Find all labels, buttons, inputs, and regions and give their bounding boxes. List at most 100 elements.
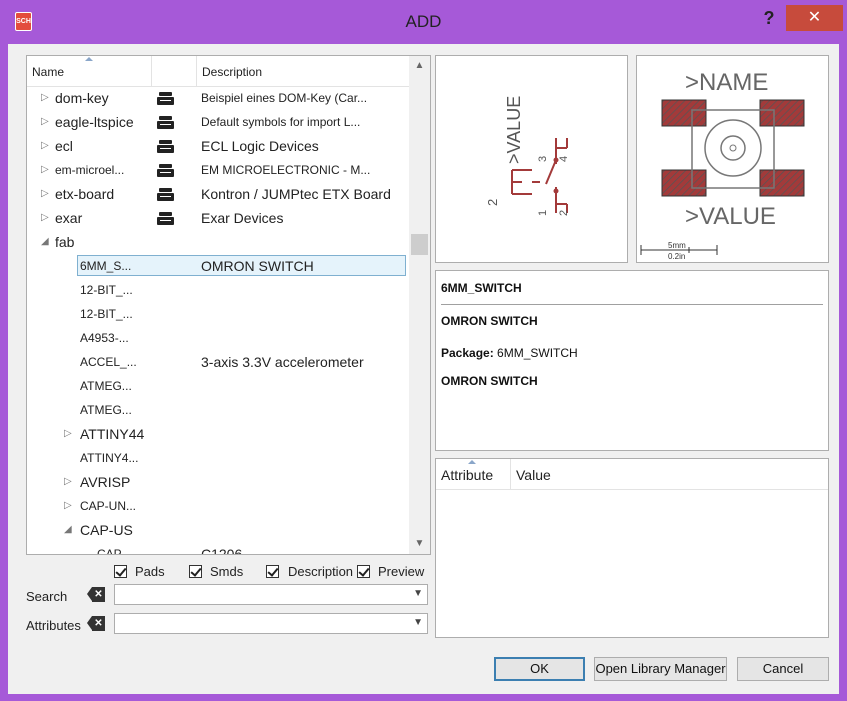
info-description-2: OMRON SWITCH <box>441 374 538 388</box>
tree-row[interactable]: ▷ ATTINY44 <box>27 422 409 446</box>
smds-checkbox-label[interactable]: Smds <box>210 564 243 579</box>
open-library-manager-button[interactable]: Open Library Manager <box>594 657 727 681</box>
tree-row-description: ECL Logic Devices <box>201 138 319 154</box>
column-header-name[interactable]: Name <box>27 56 152 86</box>
tree-row[interactable]: ◢ fab <box>27 230 409 254</box>
scale-top-label: 5mm <box>668 241 686 250</box>
library-icon <box>157 212 174 225</box>
library-tree[interactable]: Name Description ▷ dom-key Beispiel eines … <box>26 55 431 555</box>
pads-checkbox[interactable] <box>114 565 127 578</box>
preview-checkbox[interactable] <box>357 565 370 578</box>
column-header-name-label: Name <box>32 65 65 79</box>
collapsed-arrow-icon[interactable]: ▷ <box>41 158 49 182</box>
tree-row[interactable]: ▷ ecl ECL Logic Devices <box>27 134 409 158</box>
tree-row[interactable]: ATMEG... <box>27 398 409 422</box>
tree-row[interactable]: 6MM_S... OMRON SWITCH <box>27 254 409 278</box>
tree-row-name: em-microel... <box>55 163 125 177</box>
info-description: OMRON SWITCH <box>441 314 538 328</box>
tree-row[interactable]: CAP... C1206 <box>27 542 409 555</box>
package-drawing: >NAME >VALUE 5mm 0.2in <box>640 69 805 261</box>
tree-row[interactable]: ▷ em-microel... EM MICROELECTRONIC - M... <box>27 158 409 182</box>
symbol-value-label: >VALUE <box>504 96 524 164</box>
switch-center-dot <box>729 144 737 152</box>
tree-row[interactable]: 12-BIT_... <box>27 278 409 302</box>
info-title: 6MM_SWITCH <box>441 281 522 295</box>
package-preview: >NAME >VALUE 5mm 0.2in <box>636 55 829 263</box>
tree-row[interactable]: A4953-... <box>27 326 409 350</box>
collapsed-arrow-icon[interactable]: ▷ <box>41 86 49 110</box>
tree-row-description: C1206 <box>201 546 243 555</box>
column-header-description[interactable]: Description <box>197 56 409 86</box>
collapsed-arrow-icon[interactable]: ▷ <box>41 134 49 158</box>
tree-row[interactable]: 12-BIT_... <box>27 302 409 326</box>
preview-checkbox-label[interactable]: Preview <box>378 564 424 579</box>
tree-row[interactable]: ◢ CAP-US <box>27 518 409 542</box>
clear-attributes-icon[interactable] <box>87 616 105 631</box>
library-icon <box>157 164 174 177</box>
chevron-down-icon[interactable]: ▼ <box>413 617 423 628</box>
dialog-client: Name Description ▷ dom-key Beispiel eines … <box>8 44 839 694</box>
package-name-label: >NAME <box>685 69 768 96</box>
scroll-down-icon[interactable]: ▼ <box>409 534 430 554</box>
tree-row-description: EM MICROELECTRONIC - M... <box>201 163 371 177</box>
info-separator <box>441 304 823 305</box>
library-icon <box>157 140 174 153</box>
description-checkbox[interactable] <box>266 565 279 578</box>
attribute-header-divider <box>436 489 828 490</box>
library-icon <box>157 116 174 129</box>
tree-row-name: ATMEG... <box>80 403 132 417</box>
tree-row[interactable]: ▷ eagle-ltspice Default symbols for import… <box>27 110 409 134</box>
pads-checkbox-label[interactable]: Pads <box>135 564 165 579</box>
tree-row[interactable]: ▷ CAP-UN... <box>27 494 409 518</box>
column-header-value[interactable]: Value <box>511 459 821 489</box>
chevron-down-icon[interactable]: ▼ <box>413 588 423 599</box>
close-button[interactable]: ✕ <box>786 5 843 31</box>
expanded-arrow-icon[interactable]: ◢ <box>64 518 72 542</box>
attributes-input[interactable]: ▼ <box>114 613 428 634</box>
help-button[interactable]: ? <box>758 6 780 30</box>
tree-row[interactable]: ▷ etx-board Kontron / JUMPtec ETX Board <box>27 182 409 206</box>
ok-button[interactable]: OK <box>494 657 585 681</box>
collapsed-arrow-icon[interactable]: ▷ <box>41 206 49 230</box>
description-checkbox-label[interactable]: Description <box>288 564 353 579</box>
collapsed-arrow-icon[interactable]: ▷ <box>64 494 72 518</box>
tree-row[interactable]: ▷ exar Exar Devices <box>27 206 409 230</box>
column-header-value-label: Value <box>516 467 551 483</box>
sort-ascending-icon <box>85 57 93 61</box>
pad-bottom-left <box>661 169 707 197</box>
attribute-table[interactable]: Attribute Value <box>435 458 829 638</box>
collapsed-arrow-icon[interactable]: ▷ <box>41 182 49 206</box>
tree-row[interactable]: ATTINY4... <box>27 446 409 470</box>
tree-row[interactable]: ▷ AVRISP <box>27 470 409 494</box>
column-header-description-label: Description <box>202 65 263 79</box>
tree-row-name: etx-board <box>55 186 115 202</box>
scroll-thumb[interactable] <box>411 234 428 255</box>
tree-row[interactable]: ▷ dom-key Beispiel eines DOM-Key (Car... <box>27 86 409 110</box>
smds-checkbox[interactable] <box>189 565 202 578</box>
collapsed-arrow-icon[interactable]: ▷ <box>41 110 49 134</box>
tree-row-description: Beispiel eines DOM-Key (Car... <box>201 91 368 105</box>
tree-row[interactable]: ACCEL_... 3-axis 3.3V accelerometer <box>27 350 409 374</box>
collapsed-arrow-icon[interactable]: ▷ <box>64 422 72 446</box>
expanded-arrow-icon[interactable]: ◢ <box>41 230 49 254</box>
tree-row-description: Default symbols for import L... <box>201 115 361 129</box>
tree-row-name: ATTINY44 <box>80 426 145 442</box>
tree-row-description: Exar Devices <box>201 210 284 226</box>
column-header-attribute[interactable]: Attribute <box>436 459 511 489</box>
pad-top-right <box>759 99 805 127</box>
clear-search-icon[interactable] <box>87 587 105 602</box>
search-input[interactable]: ▼ <box>114 584 428 605</box>
collapsed-arrow-icon[interactable]: ▷ <box>64 470 72 494</box>
title-bar[interactable]: SCH ADD ? ✕ <box>0 0 847 44</box>
tree-row-name: ATMEG... <box>80 379 132 393</box>
pad-bottom-right <box>759 169 805 197</box>
symbol-line <box>545 159 557 185</box>
cancel-button[interactable]: Cancel <box>737 657 829 681</box>
library-icon <box>157 188 174 201</box>
part-info-panel: 6MM_SWITCH OMRON SWITCH Package: 6MM_SWI… <box>435 270 829 451</box>
tree-row[interactable]: ATMEG... <box>27 374 409 398</box>
column-header-icon[interactable] <box>152 56 197 86</box>
tree-vertical-scrollbar[interactable]: ▲ ▼ <box>409 56 430 554</box>
pin-label-1: 1 <box>537 210 549 216</box>
scroll-up-icon[interactable]: ▲ <box>409 56 430 76</box>
